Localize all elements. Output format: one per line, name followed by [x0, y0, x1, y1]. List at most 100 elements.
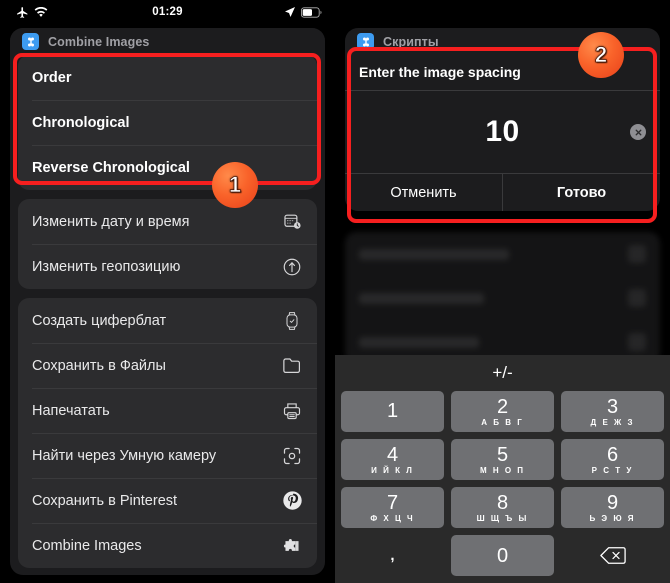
key-number: 0 [496, 544, 509, 567]
key-9[interactable]: 9 Ь Э Ю Я [561, 487, 664, 528]
clear-circle-icon[interactable] [630, 124, 646, 140]
battery-icon [301, 6, 323, 18]
key-letters: А Б В Г [481, 417, 524, 427]
numeric-keyboard: +/- 1 2 А Б В Г 3 Д Е Ж З 4 И Й К Л 5 М … [335, 355, 670, 583]
row-label: Order [32, 69, 72, 86]
done-button[interactable]: Готово [502, 174, 660, 211]
right-phone-screenshot: Скрипты Enter the image spacing 10 Отмен… [335, 0, 670, 583]
key-letters: И Й К Л [371, 465, 414, 475]
cancel-button[interactable]: Отменить [345, 174, 502, 211]
key-number: 2 [496, 395, 509, 418]
key-letters: Д Е Ж З [590, 417, 635, 427]
key-number: 5 [496, 443, 509, 466]
action-find-with-smart-camera[interactable]: Найти через Умную камеру [18, 433, 317, 478]
actions-group-apps: Создать циферблат Сохранить в Файлы Напе… [18, 298, 317, 568]
key-7[interactable]: 7 Ф Х Ц Ч [341, 487, 444, 528]
keyboard-row: , 0 [341, 535, 664, 576]
sheet-header: Combine Images [10, 28, 325, 55]
smart-camera-icon [281, 445, 303, 467]
order-option-chronological[interactable]: Chronological [18, 100, 317, 145]
keyboard-rows: 1 2 А Б В Г 3 Д Е Ж З 4 И Й К Л 5 М Н О … [335, 391, 670, 583]
key-3[interactable]: 3 Д Е Ж З [561, 391, 664, 432]
shortcuts-app-icon [357, 33, 374, 50]
key-0[interactable]: 0 [451, 535, 554, 576]
ghost-dot [628, 245, 646, 263]
action-print[interactable]: Напечатать [18, 388, 317, 433]
keyboard-row: 7 Ф Х Ц Ч 8 Ш Щ Ъ Ы 9 Ь Э Ю Я [341, 487, 664, 528]
row-label: Chronological [32, 114, 130, 131]
blurred-background-list [345, 232, 660, 364]
key-number: 4 [386, 443, 399, 466]
puzzle-piece-icon [281, 535, 303, 557]
pinterest-icon [281, 490, 303, 512]
annotation-badge-1: 1 [212, 162, 258, 208]
status-bar: 01:29 [0, 0, 335, 24]
order-option-reverse-chronological[interactable]: Reverse Chronological [18, 145, 317, 190]
location-circle-icon [281, 256, 303, 278]
status-bar-right-icons [284, 6, 323, 18]
backspace-glyph [599, 546, 626, 565]
order-options-group: Order Chronological Reverse Chronologica… [18, 55, 317, 190]
key-number: 6 [606, 443, 619, 466]
key-letters: Ш Щ Ъ Ы [476, 513, 529, 523]
printer-icon [281, 400, 303, 422]
key-comma[interactable]: , [341, 535, 444, 576]
key-5[interactable]: 5 М Н О П [451, 439, 554, 480]
apple-watch-icon [281, 310, 303, 332]
key-letters: М Н О П [479, 465, 526, 475]
ghost-dot [628, 289, 646, 307]
key-8[interactable]: 8 Ш Щ Ъ Ы [451, 487, 554, 528]
location-arrow-icon [284, 6, 296, 18]
action-change-location[interactable]: Изменить геопозицию [18, 244, 317, 289]
backspace-icon[interactable] [561, 535, 664, 576]
folder-icon [281, 355, 303, 377]
action-save-to-files[interactable]: Сохранить в Файлы [18, 343, 317, 388]
key-2[interactable]: 2 А Б В Г [451, 391, 554, 432]
key-letters: Р С Т У [591, 465, 634, 475]
key-number: 9 [606, 491, 619, 514]
annotation-badge-2: 2 [578, 32, 624, 78]
row-label: Reverse Chronological [32, 159, 190, 176]
key-6[interactable]: 6 Р С Т У [561, 439, 664, 480]
key-number: 8 [496, 491, 509, 514]
key-4[interactable]: 4 И Й К Л [341, 439, 444, 480]
screenshot-stage: 01:29 Combine Images Order Chronological… [0, 0, 670, 583]
row-label: Сохранить в Файлы [32, 357, 166, 374]
key-number: 7 [386, 491, 399, 514]
ghost-row [345, 232, 660, 276]
ghost-dot [628, 333, 646, 351]
action-combine-images[interactable]: Combine Images [18, 523, 317, 568]
shortcuts-app-icon [22, 33, 39, 50]
keyboard-row: 4 И Й К Л 5 М Н О П 6 Р С Т У [341, 439, 664, 480]
ghost-group [345, 232, 660, 364]
keyboard-toolbar: +/- [335, 355, 670, 391]
ghost-bar [359, 292, 484, 304]
keyboard-row: 1 2 А Б В Г 3 Д Е Ж З [341, 391, 664, 432]
action-save-to-pinterest[interactable]: Сохранить в Pinterest [18, 478, 317, 523]
order-option-order[interactable]: Order [18, 55, 317, 100]
ghost-bar [359, 336, 479, 348]
alert-header-title: Скрипты [383, 34, 439, 49]
action-change-date-time[interactable]: Изменить дату и время [18, 199, 317, 244]
ghost-row [345, 276, 660, 320]
row-label: Найти через Умную камеру [32, 447, 217, 464]
action-create-watch-face[interactable]: Создать циферблат [18, 298, 317, 343]
alert-input-value: 10 [485, 115, 520, 148]
key-symbol: , [390, 547, 395, 564]
alert-action-buttons: Отменить Готово [345, 173, 660, 211]
sheet-header-title: Combine Images [48, 34, 150, 49]
row-label: Напечатать [32, 402, 110, 419]
key-1[interactable]: 1 [341, 391, 444, 432]
calendar-clock-icon [281, 211, 303, 233]
key-letters: Ь Э Ю Я [589, 513, 636, 523]
row-label: Сохранить в Pinterest [32, 492, 178, 509]
plus-minus-toggle[interactable]: +/- [492, 363, 512, 383]
status-bar-right [335, 0, 670, 24]
row-label: Combine Images [32, 537, 142, 554]
row-label: Изменить дату и время [32, 213, 190, 230]
share-sheet: Combine Images Order Chronological Rever… [10, 28, 325, 575]
left-phone-screenshot: 01:29 Combine Images Order Chronological… [0, 0, 335, 583]
actions-group-metadata: Изменить дату и время Изменить геопозици… [18, 199, 317, 289]
key-letters: Ф Х Ц Ч [370, 513, 415, 523]
alert-input-area[interactable]: 10 [345, 91, 660, 173]
